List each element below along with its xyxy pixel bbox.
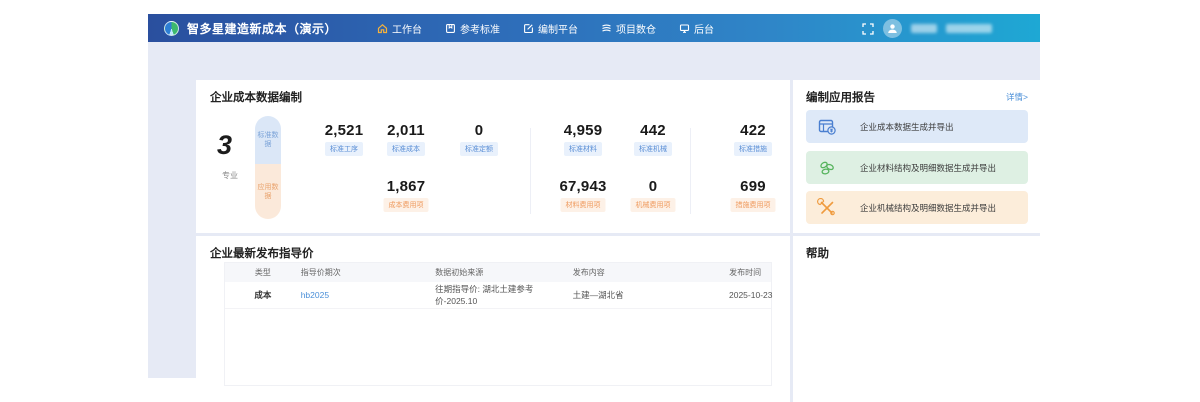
content-area: 企业成本数据编制 3 专业 标准数据 应用数据 2,521	[196, 80, 1040, 402]
user-avatar[interactable]	[883, 19, 902, 38]
guide-price-title: 企业最新发布指导价	[210, 245, 314, 261]
guide-price-table: 类型 指导价期次 数据初始来源 发布内容 发布时间 成本 hb2025 往期指导…	[224, 262, 772, 386]
stat-value: 1,867	[367, 178, 445, 195]
stat-value: 699	[714, 178, 792, 195]
user-org-redacted	[946, 24, 992, 33]
stat-value: 4,959	[544, 122, 622, 139]
nav-item-label: 编制平台	[538, 21, 578, 36]
table-row: 成本 hb2025 往期指导价: 湖北土建参考价-2025.10 土建—湖北省 …	[225, 282, 771, 309]
book-icon	[445, 23, 456, 34]
table-header-row: 类型 指导价期次 数据初始来源 发布内容 发布时间	[225, 263, 771, 282]
stat-value: 0	[614, 178, 692, 195]
user-name-redacted	[911, 24, 937, 33]
report-card-cost[interactable]: 企业成本数据生成并导出	[806, 110, 1028, 143]
cell-content: 土建—湖北省	[573, 289, 729, 301]
nav-item-project-data-warehouse[interactable]: 项目数仓	[601, 21, 656, 36]
stat-badge: 材料费用项	[561, 198, 606, 212]
stat-value: 2,011	[367, 122, 445, 139]
report-card-materials[interactable]: 企业材料结构及明细数据生成并导出	[806, 151, 1028, 184]
report-card-label: 企业机械结构及明细数据生成并导出	[860, 202, 996, 214]
stat-badge: 措施费用项	[731, 198, 776, 212]
monitor-icon	[679, 23, 690, 34]
stat-value: 0	[440, 122, 518, 139]
page-canvas: 智多星建造新成本（演示） 工作台 参考标准	[0, 0, 1200, 402]
standard-data-label: 标准数据	[255, 116, 281, 164]
nav-item-label: 项目数仓	[616, 21, 656, 36]
report-panel-title: 编制应用报告	[806, 89, 875, 105]
stat-badge: 标准成本	[387, 142, 425, 156]
page-body-background: 企业成本数据编制 3 专业 标准数据 应用数据 2,521	[148, 42, 1040, 378]
main-nav: 工作台 参考标准 编制平台	[377, 21, 714, 36]
cost-data-panel: 企业成本数据编制 3 专业 标准数据 应用数据 2,521	[196, 80, 790, 233]
stat-value: 422	[714, 122, 792, 139]
edit-square-icon	[523, 23, 534, 34]
cell-type: 成本	[225, 289, 301, 301]
col-header-type: 类型	[225, 267, 301, 278]
stat-badge: 成本费用项	[384, 198, 429, 212]
col-header-time: 发布时间	[729, 267, 771, 278]
report-card-label: 企业材料结构及明细数据生成并导出	[860, 162, 996, 174]
cell-source: 往期指导价: 湖北土建参考价-2025.10	[435, 283, 572, 307]
fullscreen-icon[interactable]	[862, 22, 874, 34]
report-card-machinery[interactable]: 企业机械结构及明细数据生成并导出	[806, 191, 1028, 224]
report-card-label: 企业成本数据生成并导出	[860, 121, 954, 133]
nav-item-workbench[interactable]: 工作台	[377, 21, 422, 36]
home-icon	[377, 23, 388, 34]
applied-data-label: 应用数据	[255, 164, 281, 219]
nav-item-compile-platform[interactable]: 编制平台	[523, 21, 578, 36]
stat-badge: 标准材料	[564, 142, 602, 156]
stat-badge: 标准定额	[460, 142, 498, 156]
col-header-content: 发布内容	[573, 267, 729, 278]
stat-badge: 标准措施	[734, 142, 772, 156]
layers-icon	[601, 23, 612, 34]
col-header-source: 数据初始来源	[435, 267, 573, 278]
app-title: 智多星建造新成本（演示）	[187, 20, 337, 37]
stat-value: 67,943	[544, 178, 622, 195]
app-window: 智多星建造新成本（演示） 工作台 参考标准	[148, 14, 1040, 378]
cell-time: 2025-10-23	[729, 290, 771, 300]
nav-item-label: 后台	[694, 21, 714, 36]
nav-item-backend[interactable]: 后台	[679, 21, 714, 36]
col-header-period: 指导价期次	[301, 267, 436, 278]
stat-badge: 标准工序	[325, 142, 363, 156]
help-panel-title: 帮助	[806, 245, 829, 261]
materials-report-icon	[817, 158, 837, 178]
guide-price-panel: 企业最新发布指导价 类型 指导价期次 数据初始来源 发布内容 发布时间 成本 h…	[196, 236, 790, 402]
period-link[interactable]: hb2025	[301, 290, 329, 300]
nav-item-reference-standard[interactable]: 参考标准	[445, 21, 500, 36]
stat-badge: 标准机械	[634, 142, 672, 156]
machinery-tools-icon	[817, 198, 837, 218]
cost-report-icon	[817, 117, 837, 137]
stat-value: 442	[614, 122, 692, 139]
stat-badge: 机械费用项	[631, 198, 676, 212]
help-panel: 帮助	[793, 236, 1040, 402]
app-logo-icon	[164, 21, 179, 36]
major-count-label: 专业	[222, 170, 238, 181]
stat-group-divider	[530, 128, 531, 214]
nav-item-label: 参考标准	[460, 21, 500, 36]
report-details-link[interactable]: 详情>	[1006, 91, 1028, 103]
cost-panel-title: 企业成本数据编制	[210, 89, 302, 105]
header-right-group	[862, 19, 1040, 38]
stat-group-divider	[690, 128, 691, 214]
report-panel: 编制应用报告 详情> 企业成本数据生成并导出 企业材料结构及明细数据生成并导出	[793, 80, 1040, 233]
nav-item-label: 工作台	[392, 21, 422, 36]
major-count: 3	[217, 130, 232, 161]
top-nav-bar: 智多星建造新成本（演示） 工作台 参考标准	[148, 14, 1040, 42]
data-group-pill: 标准数据 应用数据	[255, 116, 281, 219]
